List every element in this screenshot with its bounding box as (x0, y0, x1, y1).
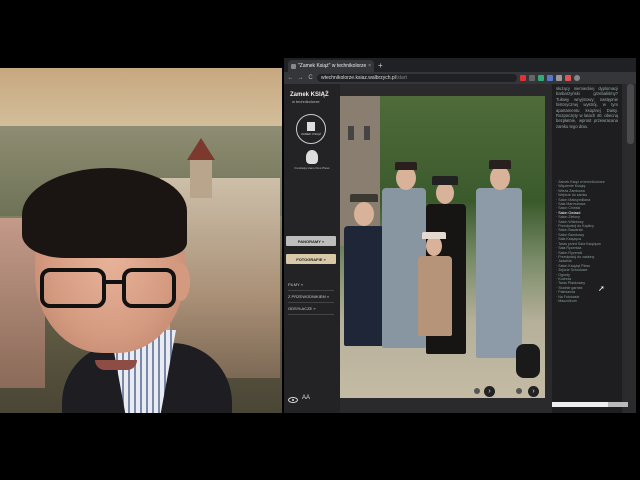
photo-figure-head (436, 182, 454, 204)
cam-castle-roof (187, 138, 215, 160)
profile-avatar[interactable] (574, 75, 580, 81)
photo-figure-boy (344, 226, 384, 346)
browser-toolbar: ← → C wtechnikolorze.ksiaz.walbrzych.pl … (284, 72, 636, 84)
cam-glasses-bridge (104, 280, 124, 284)
photo-prev-arrow-icon[interactable]: › (484, 386, 495, 397)
menu-divider (288, 302, 334, 303)
photo-figure-hat (422, 232, 446, 239)
bust-icon (306, 150, 318, 164)
colorized-family-photo[interactable]: › › (340, 96, 545, 398)
photo-figure-head (490, 166, 510, 190)
menu-fotografie[interactable]: FOTOGRAFIE » (286, 254, 336, 264)
photo-dog (516, 344, 540, 378)
photo-next-arrow-icon[interactable]: › (528, 386, 539, 397)
mouse-cursor-icon: ➚ (598, 284, 605, 293)
menu-filmy[interactable]: FILMY » (288, 282, 303, 287)
table-of-contents: · Zamek Książ w technikolorze · Więzienie… (556, 180, 616, 303)
extension-icon[interactable] (538, 75, 544, 81)
url-host: wtechnikolorze.ksiaz.walbrzych.pl (321, 75, 396, 81)
extension-icon[interactable] (565, 75, 571, 81)
tab-active[interactable]: "Zamek Książ" w technikolorze × (288, 60, 374, 72)
article-column: służący niemieckiej dyplomacji barbarzyń… (552, 84, 622, 413)
url-path: /start (395, 75, 407, 81)
cam-person-mouth (95, 360, 137, 370)
foundation-text: Fundacja Hans Kłos Pless (294, 166, 330, 170)
cam-glasses-left (40, 268, 106, 308)
extension-icon[interactable] (520, 75, 526, 81)
horizontal-scrollbar[interactable] (552, 402, 628, 407)
menu-panoramy[interactable]: PANORAMY » (286, 236, 336, 246)
photo-figure-hat (350, 194, 378, 202)
photo-window (348, 126, 354, 140)
menu-divider (288, 314, 334, 315)
tab-close-icon[interactable]: × (368, 63, 371, 69)
castle-icon (307, 122, 315, 131)
photo-figure-cap (395, 162, 417, 170)
scrollbar-thumb[interactable] (552, 402, 608, 407)
web-page: Zamek KSIĄŻ w technikolorze ZAMEK KSIĄŻ … (284, 84, 636, 413)
site-subtitle: w technikolorze (292, 99, 320, 104)
extension-icon[interactable] (556, 75, 562, 81)
photo-figure-child (418, 256, 452, 336)
scrollbar-thumb[interactable] (627, 84, 634, 144)
site-title[interactable]: Zamek KSIĄŻ (290, 92, 329, 98)
castle-seal-logo: ZAMEK KSIĄŻ (296, 114, 326, 144)
eye-icon[interactable] (288, 397, 298, 403)
photo-window (364, 126, 370, 140)
extension-icon[interactable] (547, 75, 553, 81)
photo-pagination-dot[interactable] (474, 388, 480, 394)
article-paragraph: służący niemieckiej dyplomacji barbarzyń… (556, 86, 618, 129)
favicon-icon (291, 63, 296, 69)
site-sidebar: Zamek KSIĄŻ w technikolorze ZAMEK KSIĄŻ … (284, 84, 340, 413)
photo-figure-hat (432, 176, 458, 185)
font-size-toggle[interactable]: AA (302, 395, 310, 401)
photo-figure-head (426, 236, 442, 256)
back-icon[interactable]: ← (287, 75, 294, 81)
cam-person-hair (22, 168, 187, 258)
forward-icon[interactable]: → (297, 75, 304, 81)
address-bar[interactable]: wtechnikolorze.ksiaz.walbrzych.pl /start (317, 74, 517, 82)
photo-pagination-dot[interactable] (516, 388, 522, 394)
toc-item[interactable]: · Mauzoleum (556, 299, 616, 303)
menu-divider (288, 290, 334, 291)
cam-glasses-right (122, 268, 176, 308)
reload-icon[interactable]: C (307, 75, 314, 81)
seal-text: ZAMEK KSIĄŻ (301, 132, 321, 136)
menu-odsylacze[interactable]: ODSYŁACZE » (288, 306, 316, 311)
cam-castle-tower (190, 158, 212, 198)
photo-figure-cap (489, 160, 511, 169)
menu-przewodnik[interactable]: Z PRZEWODNIKIEM » (288, 294, 329, 299)
tab-strip: "Zamek Książ" w technikolorze × + (284, 58, 636, 72)
webcam-video (0, 68, 282, 413)
extension-icon[interactable] (529, 75, 535, 81)
photo-figure-officer (476, 188, 522, 358)
photo-figure-head (354, 202, 374, 226)
tab-title: "Zamek Książ" w technikolorze (298, 63, 367, 69)
new-tab-button[interactable]: + (378, 60, 383, 72)
foundation-logo: Fundacja Hans Kłos Pless (294, 150, 330, 170)
browser-window: "Zamek Książ" w technikolorze × + ← → C … (284, 58, 636, 413)
vertical-scrollbar[interactable] (625, 84, 636, 413)
